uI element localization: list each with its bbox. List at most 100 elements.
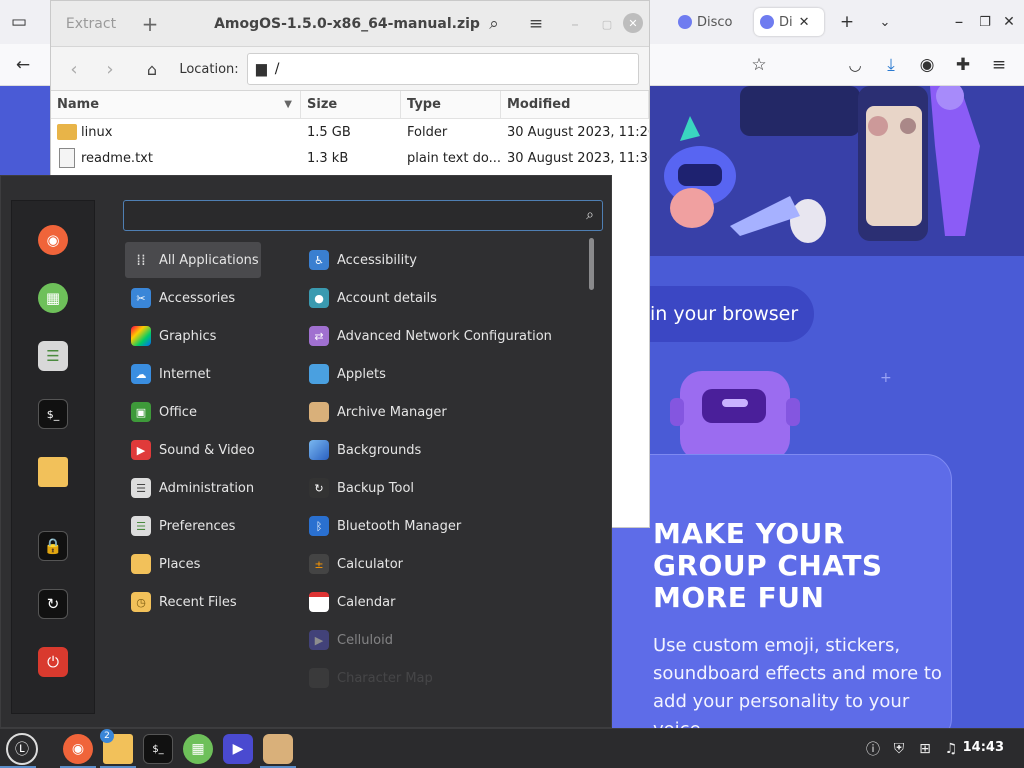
maximize-icon[interactable]: ❐ [972, 9, 998, 35]
category-label: Administration [159, 480, 255, 496]
hamburger-menu-icon[interactable]: ≡ [523, 11, 549, 37]
column-name[interactable]: Name ▼ [51, 91, 301, 118]
settings-toggles-icon[interactable]: ☰ [38, 341, 68, 371]
close-icon[interactable]: ✕ [623, 13, 643, 33]
lock-screen-icon[interactable]: 🔒 [38, 531, 68, 561]
close-window-icon[interactable]: ✕ [996, 9, 1022, 35]
menu-icon[interactable]: ≡ [986, 52, 1012, 78]
applets-icon [309, 364, 329, 384]
category-accessories[interactable]: ✂ Accessories [125, 280, 261, 316]
search-icon[interactable]: ⌕ [481, 11, 507, 37]
menu-search-input[interactable] [124, 201, 564, 230]
download-icon[interactable]: ⤓ [878, 52, 904, 78]
forward-icon[interactable]: › [97, 56, 123, 82]
network-icon[interactable]: ⊞ [916, 740, 934, 758]
app-applets[interactable]: Applets [305, 356, 585, 392]
minimize-icon[interactable]: – [946, 9, 972, 35]
app-backgrounds[interactable]: Backgrounds [305, 432, 585, 468]
app-archive-manager[interactable]: Archive Manager [305, 394, 585, 430]
category-graphics[interactable]: Graphics [125, 318, 261, 354]
browser-tab-2[interactable]: Di ✕ [754, 8, 824, 36]
category-sound-video[interactable]: ▶ Sound & Video [125, 432, 261, 468]
back-icon[interactable]: ← [10, 52, 36, 78]
start-menu-icon[interactable]: Ⓛ [6, 733, 38, 765]
shield-icon[interactable]: ⛨ [890, 740, 908, 758]
app-character-map[interactable]: Character Map [305, 660, 585, 696]
category-label: Accessories [159, 290, 236, 306]
files-folder-icon[interactable] [38, 457, 68, 487]
app-label: Celluloid [337, 632, 393, 648]
category-label: Preferences [159, 518, 236, 534]
sound-icon[interactable]: ♫ [942, 740, 960, 758]
terminal-taskbar-icon[interactable]: $_ [143, 734, 173, 764]
app-advanced-network-configuration[interactable]: ⇄ Advanced Network Configuration [305, 318, 585, 354]
category-label: Internet [159, 366, 211, 382]
extensions-icon[interactable]: ✚ [950, 52, 976, 78]
search-icon: ⌕ [586, 207, 594, 223]
category-office[interactable]: ▣ Office [125, 394, 261, 430]
terminal-icon[interactable]: $_ [38, 399, 68, 429]
pocket-icon[interactable]: ◡ [842, 52, 868, 78]
column-modified[interactable]: Modified [501, 91, 649, 118]
location-toolbar: ‹ › ⌂ Location: ▆ / [51, 47, 649, 91]
tab-list-chevron-icon[interactable]: ⌄ [872, 9, 898, 35]
file-row[interactable]: readme.txt 1.3 kB plain text do... 30 Au… [51, 145, 649, 171]
category-all-applications[interactable]: ⁞⁞ All Applications [125, 242, 261, 278]
app-label: Account details [337, 290, 437, 306]
promo-body: Use custom emoji, stickers, soundboard e… [653, 635, 942, 728]
file-name: readme.txt [81, 150, 153, 166]
power-icon[interactable]: ⏻ [38, 647, 68, 677]
app-accessibility[interactable]: ♿ Accessibility [305, 242, 585, 278]
column-size[interactable]: Size [301, 91, 401, 118]
update-manager-icon[interactable]: ⓘ [864, 740, 882, 758]
category-places[interactable]: Places [125, 546, 261, 582]
accessories-icon: ✂ [131, 288, 151, 308]
firefox-icon[interactable]: ◉ [38, 225, 68, 255]
archive-manager-taskbar-icon[interactable] [263, 734, 293, 764]
app-bluetooth-manager[interactable]: ᛒ Bluetooth Manager [305, 508, 585, 544]
category-internet[interactable]: ☁ Internet [125, 356, 261, 392]
logout-icon[interactable]: ↻ [38, 589, 68, 619]
new-tab-icon[interactable]: + [834, 9, 860, 35]
file-size: 1.3 kB [307, 150, 349, 166]
location-field[interactable]: ▆ / [247, 53, 639, 85]
category-recent-files[interactable]: ◷ Recent Files [125, 584, 261, 620]
tab-label: Di [779, 14, 793, 30]
add-files-icon[interactable]: + [137, 11, 163, 37]
minimize-icon[interactable]: – [563, 11, 587, 37]
app-account-details[interactable]: ● Account details [305, 280, 585, 316]
back-icon[interactable]: ‹ [61, 56, 87, 82]
taskbar: Ⓛ ◉ 2 $_ ▦ ▶ ⓘ ⛨ ⊞ ♫ 14:43 [0, 728, 1024, 768]
menu-scrollbar[interactable] [589, 238, 594, 290]
clock[interactable]: 14:43 [963, 740, 1004, 755]
app-backup-tool[interactable]: ↻ Backup Tool [305, 470, 585, 506]
category-administration[interactable]: ☰ Administration [125, 470, 261, 506]
category-preferences[interactable]: ☰ Preferences [125, 508, 261, 544]
software-manager-taskbar-icon[interactable]: ▦ [183, 734, 213, 764]
bookmark-star-icon[interactable]: ☆ [746, 52, 772, 78]
firefox-taskbar-icon[interactable]: ◉ [63, 734, 93, 764]
extract-button[interactable]: Extract [61, 13, 121, 35]
app-calendar[interactable]: Calendar [305, 584, 585, 620]
category-label: All Applications [159, 252, 259, 268]
tab-overview-icon[interactable]: ▭ [6, 9, 32, 35]
browser-tab-1[interactable]: Disco [672, 8, 740, 36]
app-celluloid[interactable]: ▶ Celluloid [305, 622, 585, 658]
archive-titlebar: Extract + AmogOS-1.5.0-x86_64-manual.zip… [51, 1, 649, 47]
accessibility-icon: ♿ [309, 250, 329, 270]
app-calculator[interactable]: ± Calculator [305, 546, 585, 582]
category-label: Graphics [159, 328, 217, 344]
celluloid-taskbar-icon[interactable]: ▶ [223, 734, 253, 764]
window-count-badge: 2 [100, 729, 114, 743]
category-label: Places [159, 556, 201, 572]
account-icon[interactable]: ◉ [914, 52, 940, 78]
maximize-icon[interactable]: ▢ [595, 11, 619, 37]
text-file-icon [59, 148, 75, 168]
software-manager-icon[interactable]: ▦ [38, 283, 68, 313]
file-row[interactable]: linux 1.5 GB Folder 30 August 2023, 11:2… [51, 119, 649, 145]
app-label: Calculator [337, 556, 404, 572]
column-type[interactable]: Type [401, 91, 501, 118]
home-icon[interactable]: ⌂ [139, 56, 165, 82]
office-icon: ▣ [131, 402, 151, 422]
close-tab-icon[interactable]: ✕ [799, 15, 810, 30]
